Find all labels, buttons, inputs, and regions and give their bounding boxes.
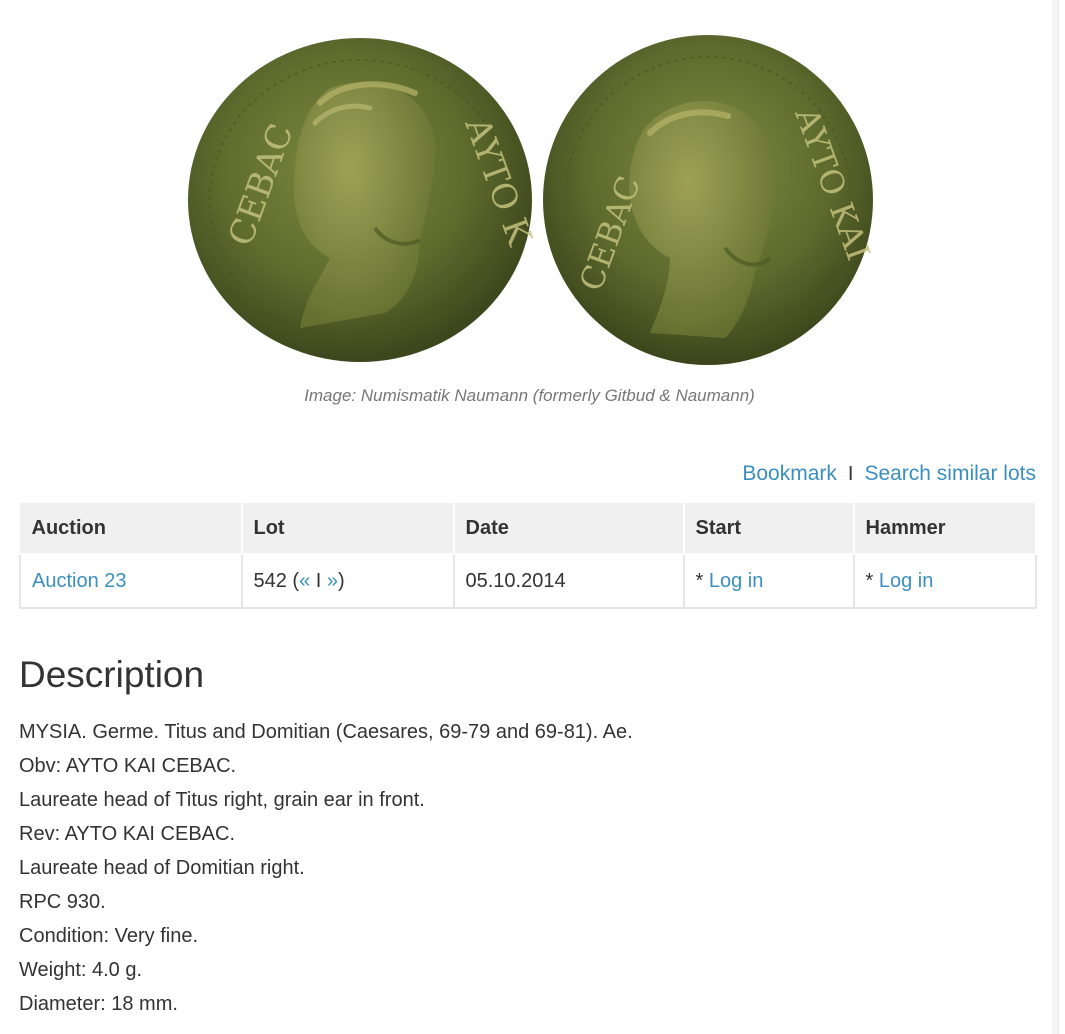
actions-separator: I (847, 463, 854, 485)
lot-paren-close: ) (338, 569, 345, 592)
cell-auction: Auction 23 (19, 553, 243, 609)
description-title: Description (19, 654, 205, 695)
header-lot: Lot (240, 501, 455, 555)
description-body: MYSIA. Germe. Titus and Domitian (Caesar… (19, 715, 633, 1021)
cell-start: * Log in (682, 553, 855, 609)
description-line: Obv: AYTO KAI CEBAC. (19, 755, 237, 777)
lot-nav-separator: I (310, 569, 327, 592)
auction-link[interactable]: Auction 23 (32, 570, 127, 592)
cell-date: 05.10.2014 (452, 553, 685, 609)
hammer-asterisk: * (865, 569, 879, 592)
next-lot-link[interactable]: » (327, 570, 338, 592)
description-line: Condition: Very fine. (19, 925, 198, 947)
header-date: Date (452, 501, 685, 555)
description-line: Laureate head of Titus right, grain ear … (19, 789, 425, 811)
search-similar-lots-link[interactable]: Search similar lots (864, 462, 1036, 485)
description-line: Diameter: 18 mm. (19, 993, 178, 1015)
description-line: RPC 930. (19, 891, 106, 913)
lot-number: 542 (253, 569, 287, 592)
lot-table: Auction Lot Date Start Hammer Auction 23… (19, 501, 1037, 609)
description-line: MYSIA. Germe. Titus and Domitian (Caesar… (19, 721, 633, 743)
header-start: Start (682, 501, 855, 555)
table-row: Auction 23 542 (« I ») 05.10.2014 * Log … (19, 553, 1037, 609)
header-auction: Auction (19, 501, 243, 555)
lot-actions: Bookmark I Search similar lots (742, 462, 1036, 486)
previous-lot-link[interactable]: « (299, 570, 310, 592)
scrollbar-track[interactable] (1052, 0, 1058, 1034)
start-login-link[interactable]: Log in (709, 570, 764, 592)
coin-image: CEBAC AYTO K CEBAC AYTO KAI (180, 28, 880, 373)
start-asterisk: * (695, 569, 709, 592)
hammer-login-link[interactable]: Log in (879, 570, 934, 592)
image-caption: Image: Numismatik Naumann (formerly Gitb… (304, 386, 755, 405)
bookmark-link[interactable]: Bookmark (742, 462, 837, 485)
description-line: Rev: AYTO KAI CEBAC. (19, 823, 235, 845)
cell-hammer: * Log in (852, 553, 1037, 609)
header-hammer: Hammer (852, 501, 1037, 555)
description-line: Laureate head of Domitian right. (19, 857, 305, 879)
table-header-row: Auction Lot Date Start Hammer (19, 501, 1037, 555)
description-line: Weight: 4.0 g. (19, 959, 143, 981)
lot-paren-open: ( (286, 569, 300, 592)
reverse-coin: CEBAC AYTO KAI (543, 35, 878, 365)
lot-detail-page: CEBAC AYTO K CEBAC AYTO KAI Image: Numis… (0, 0, 1059, 1034)
cell-lot: 542 (« I ») (240, 553, 455, 609)
obverse-coin: CEBAC AYTO K (188, 38, 540, 362)
